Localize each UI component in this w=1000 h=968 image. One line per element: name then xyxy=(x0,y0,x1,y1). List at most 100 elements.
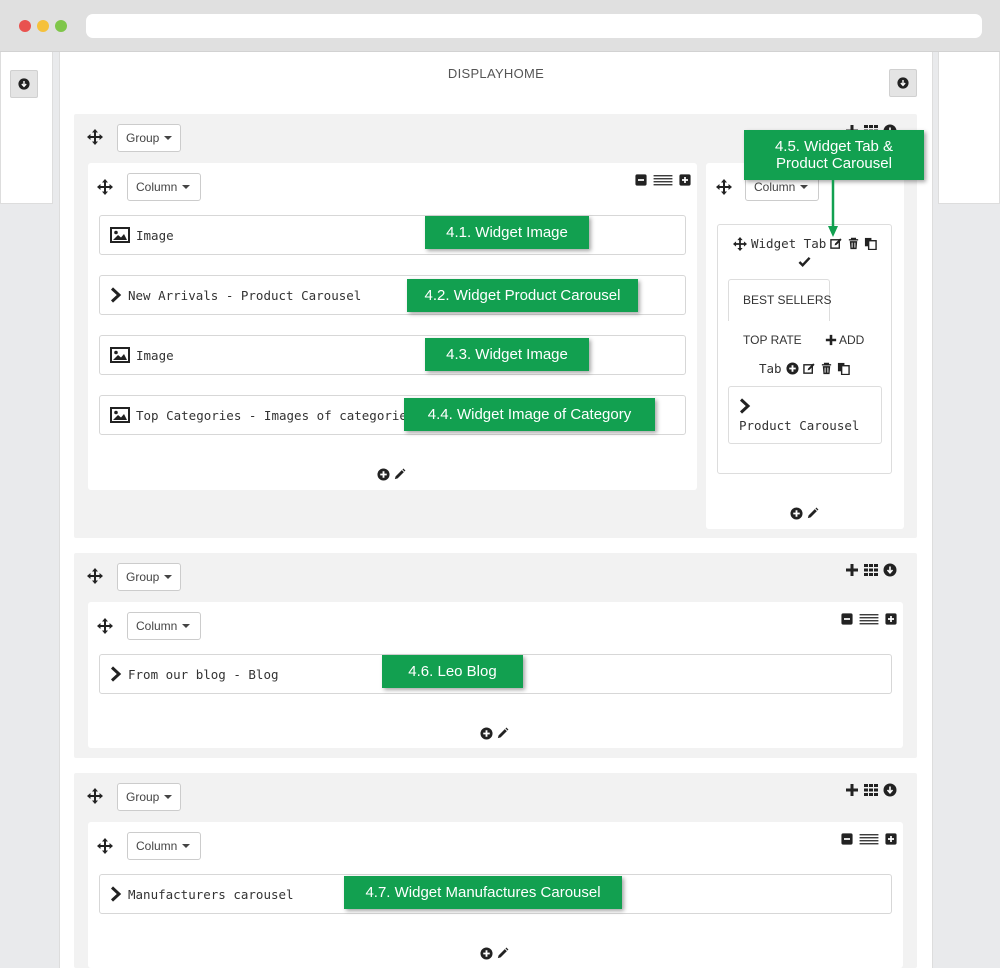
add-column-icon[interactable] xyxy=(845,563,859,577)
widget-product-carousel-in-tab[interactable]: Product Carousel xyxy=(728,386,882,444)
pencil-icon[interactable] xyxy=(806,507,819,520)
group-2-actions xyxy=(845,563,897,577)
widget-tab-title: Widget Tab xyxy=(751,236,827,251)
add-widget-icon[interactable] xyxy=(480,947,493,960)
group-3-actions xyxy=(845,783,897,797)
widget-label: Product Carousel xyxy=(739,418,860,433)
add-widget-icon[interactable] xyxy=(377,468,390,481)
move-icon[interactable] xyxy=(97,838,113,854)
column-1 xyxy=(88,163,697,490)
decrease-width-icon[interactable] xyxy=(841,613,853,625)
move-icon[interactable] xyxy=(733,237,747,251)
column-2-footer-actions xyxy=(790,507,819,520)
group-dropdown-label: Group xyxy=(126,790,160,804)
callout-4-3: 4.3. Widget Image xyxy=(425,338,589,371)
widget-label: New Arrivals - Product Carousel xyxy=(128,287,362,303)
add-widget-icon[interactable] xyxy=(790,507,803,520)
caret-down-icon xyxy=(164,575,173,579)
maximize-window-dot[interactable] xyxy=(55,20,67,32)
move-icon[interactable] xyxy=(716,179,732,195)
column-dropdown-label: Column xyxy=(136,619,178,633)
left-hook-toggle-button[interactable] xyxy=(10,70,38,98)
caret-down-icon xyxy=(182,185,191,189)
column-dropdown-button[interactable]: Column xyxy=(127,832,201,860)
move-icon[interactable] xyxy=(87,129,103,145)
callout-4-5-line-2: Product Carousel xyxy=(776,155,892,172)
chevron-right-icon xyxy=(110,287,122,303)
caret-down-icon xyxy=(182,844,191,848)
minimize-window-dot[interactable] xyxy=(37,20,49,32)
column-dropdown-button[interactable]: Column xyxy=(127,173,201,201)
close-window-dot[interactable] xyxy=(19,20,31,32)
widget-image-1[interactable]: Image xyxy=(99,215,686,255)
column-width-icon[interactable] xyxy=(857,833,881,845)
callout-4-6: 4.6. Leo Blog xyxy=(382,655,523,688)
callout-4-5: 4.5. Widget Tab & Product Carousel xyxy=(744,130,924,180)
toggle-group-icon[interactable] xyxy=(883,783,897,797)
check-icon[interactable] xyxy=(798,255,811,268)
increase-width-icon[interactable] xyxy=(679,174,691,186)
callout-arrow xyxy=(828,180,838,237)
increase-width-icon[interactable] xyxy=(885,833,897,845)
add-widget-icon[interactable] xyxy=(480,727,493,740)
move-icon[interactable] xyxy=(97,618,113,634)
caret-down-icon xyxy=(182,624,191,628)
column-layout-icon[interactable] xyxy=(863,563,879,577)
widget-label: Top Categories - Images of categories xyxy=(136,407,415,423)
column-dropdown-label: Column xyxy=(136,839,178,853)
column-1-actions xyxy=(635,174,691,186)
pencil-icon[interactable] xyxy=(393,468,406,481)
widget-image-2[interactable]: Image xyxy=(99,335,686,375)
widget-label: Manufacturers carousel xyxy=(128,886,294,902)
image-icon xyxy=(110,407,130,423)
tab-actions-label: Tab xyxy=(759,361,782,376)
widget-label: From our blog - Blog xyxy=(128,666,279,682)
column-width-icon[interactable] xyxy=(651,174,675,186)
increase-width-icon[interactable] xyxy=(885,613,897,625)
copy-icon[interactable] xyxy=(837,362,850,375)
left-hook-panel xyxy=(0,52,53,204)
image-icon xyxy=(110,227,130,243)
widget-label: Image xyxy=(136,347,174,363)
widget-label: Image xyxy=(136,227,174,243)
caret-down-icon xyxy=(164,795,173,799)
right-hook-panel xyxy=(938,52,1000,204)
hook-title: DISPLAYHOME xyxy=(447,66,545,81)
add-column-icon[interactable] xyxy=(845,783,859,797)
plus-icon xyxy=(825,334,837,346)
image-icon xyxy=(110,347,130,363)
caret-down-icon xyxy=(800,185,809,189)
pencil-icon[interactable] xyxy=(496,947,509,960)
tab-top-rate-label[interactable]: TOP RATE xyxy=(743,333,802,347)
move-icon[interactable] xyxy=(87,788,103,804)
widget-tab-header: Widget Tab xyxy=(733,236,877,251)
column-dropdown-label: Column xyxy=(754,180,796,194)
address-bar[interactable] xyxy=(86,14,982,38)
column-dropdown-button[interactable]: Column xyxy=(127,612,201,640)
column-3-footer-actions xyxy=(480,727,509,740)
column-layout-icon[interactable] xyxy=(863,783,879,797)
group-dropdown-button[interactable]: Group xyxy=(117,563,181,591)
chevron-right-icon xyxy=(110,886,122,902)
tab-actions: Tab xyxy=(759,361,850,376)
decrease-width-icon[interactable] xyxy=(635,174,647,186)
callout-4-2: 4.2. Widget Product Carousel xyxy=(407,279,638,312)
add-tab-button[interactable]: ADD xyxy=(825,333,864,347)
column-4-actions xyxy=(841,833,897,845)
pencil-icon[interactable] xyxy=(496,727,509,740)
edit-icon[interactable] xyxy=(803,362,816,375)
move-icon[interactable] xyxy=(97,179,113,195)
toggle-group-icon[interactable] xyxy=(883,563,897,577)
arrow-down-circle-icon xyxy=(18,78,30,90)
move-icon[interactable] xyxy=(87,568,103,584)
group-dropdown-button[interactable]: Group xyxy=(117,783,181,811)
browser-chrome xyxy=(0,0,1000,52)
column-width-icon[interactable] xyxy=(857,613,881,625)
decrease-width-icon[interactable] xyxy=(841,833,853,845)
add-widget-icon[interactable] xyxy=(786,362,799,375)
group-dropdown-button[interactable]: Group xyxy=(117,124,181,152)
edit-icon[interactable] xyxy=(830,237,843,250)
copy-icon[interactable] xyxy=(864,237,877,250)
trash-icon[interactable] xyxy=(847,237,860,250)
trash-icon[interactable] xyxy=(820,362,833,375)
